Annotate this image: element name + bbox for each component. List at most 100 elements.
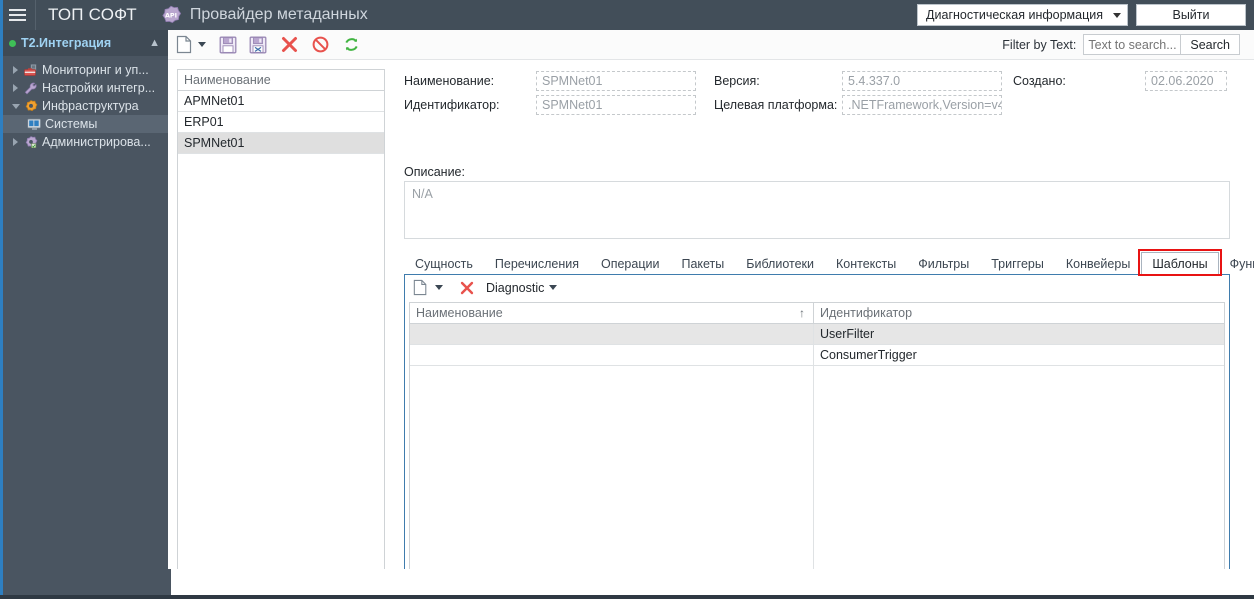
cell-name [410,345,813,365]
grid-toolbar: Diagnostic [405,275,1229,300]
save-as-icon [249,36,267,53]
tab-packages[interactable]: Пакеты [670,252,735,275]
table-row[interactable]: UserFilter [410,324,1224,345]
grid-empty-area [410,366,1224,575]
field-created: Создано: 02.06.2020 [1013,71,1227,91]
tab-strip: Сущность Перечисления Операции Пакеты Би… [404,252,1254,275]
templates-tab-panel: Diagnostic Наименование ↑ Идентификатор [404,274,1230,581]
field-version: Версия: 5.4.337.0 [714,71,1002,91]
sidebar-item-administration[interactable]: Администрирова... [3,133,168,151]
cell-name [410,324,813,344]
grid-header-row: Наименование ↑ Идентификатор [410,303,1224,324]
new-document-button[interactable] [168,32,196,58]
save-button[interactable] [216,32,240,58]
chevron-up-icon[interactable]: ▲ [149,37,160,49]
tab-libraries[interactable]: Библиотеки [735,252,825,275]
templates-grid: Наименование ↑ Идентификатор UserFilter [409,302,1225,576]
detail-pane: Наименование: SPMNet01 Идентификатор: SP… [400,69,1254,585]
expand-arrow-icon[interactable] [9,84,22,92]
sidebar-header-label: Т2.Интеграция [21,36,112,50]
grid-column-name[interactable]: Наименование ↑ [410,303,813,323]
grid-column-name-label: Наименование [416,306,503,320]
search-button[interactable]: Search [1181,34,1240,55]
main-toolbar: Filter by Text: Search [168,30,1254,59]
field-target-platform: Целевая платформа: .NETFramework,Version… [714,95,1002,115]
tab-operations[interactable]: Операции [590,252,670,275]
hamburger-menu-icon[interactable] [0,0,36,30]
delete-icon [282,37,297,52]
gear-orange-icon [22,99,40,113]
sidebar-item-label: Мониторинг и уп... [42,63,149,77]
field-target-platform-value[interactable]: .NETFramework,Version=v4.7 [842,95,1002,115]
bottom-bar-surface [0,569,1254,595]
sidebar-item-monitoring[interactable]: Мониторинг и уп... [3,61,168,79]
new-document-dropdown-icon[interactable] [198,42,206,47]
table-row[interactable]: ConsumerTrigger [410,345,1224,366]
module-title: Провайдер метаданных [189,6,368,23]
logout-button[interactable]: Выйти [1136,4,1246,26]
list-column-header: Наименование [178,70,384,91]
accent-stripe [0,0,3,30]
bottom-bar-sidebar-extension [0,569,171,595]
refresh-button[interactable] [340,32,363,58]
field-identifier-value[interactable]: SPMNet01 [536,95,696,115]
sidebar-item-infrastructure[interactable]: Инфраструктура [3,97,168,115]
title-bar: ТОП СОФТ API Провайдер метаданных Диагно… [0,0,1254,30]
expand-arrow-icon[interactable] [9,138,22,146]
field-name-value[interactable]: SPMNet01 [536,71,696,91]
diagnostics-dropdown[interactable]: Диагностическая информация [917,4,1128,26]
grid-new-button[interactable] [410,277,431,299]
sidebar-item-systems[interactable]: Системы [3,115,168,133]
bottom-bar [0,569,1254,599]
tab-filters[interactable]: Фильтры [907,252,980,275]
field-version-label: Версия: [714,74,760,88]
tab-functions[interactable]: Функции [1219,252,1254,275]
list-item[interactable]: SPMNet01 [178,133,384,154]
field-identifier-label: Идентификатор: [404,98,500,112]
diagnostic-dropdown-label: Diagnostic [486,280,545,295]
empty-cell-identifier [814,366,1224,575]
collapse-arrow-icon[interactable] [9,103,22,109]
tab-enumerations[interactable]: Перечисления [484,252,590,275]
grid-delete-button[interactable] [457,277,477,299]
cancel-button[interactable] [309,32,332,58]
grid-column-identifier-label: Идентификатор [820,306,913,320]
sidebar: Т2.Интеграция ▲ Мониторинг и уп... Настр… [0,30,168,569]
field-name: Наименование: SPMNet01 [404,71,696,91]
sidebar-header[interactable]: Т2.Интеграция ▲ [3,30,168,56]
delete-icon [460,281,474,294]
search-input[interactable] [1083,34,1182,55]
tab-triggers[interactable]: Триггеры [980,252,1055,275]
tab-pipelines[interactable]: Конвейеры [1055,252,1141,275]
sidebar-item-label: Настройки интегр... [42,81,156,95]
tab-templates[interactable]: Шаблоны [1141,252,1219,275]
field-version-value[interactable]: 5.4.337.0 [842,71,1002,91]
sidebar-item-integration-settings[interactable]: Настройки интегр... [3,79,168,97]
list-item[interactable]: APMNet01 [178,91,384,112]
list-item[interactable]: ERP01 [178,112,384,133]
save-icon [219,36,237,53]
sidebar-item-label: Инфраструктура [42,99,139,113]
monitoring-icon [22,63,40,77]
save-as-button[interactable] [246,32,270,58]
expand-arrow-icon[interactable] [9,66,22,74]
toolbar-divider [168,59,1254,60]
diagnostic-dropdown[interactable]: Diagnostic [479,281,564,295]
tab-entity[interactable]: Сущность [404,252,484,275]
brand-title: ТОП СОФТ [48,5,137,24]
delete-button[interactable] [278,32,301,58]
filter-area: Filter by Text: Search [1002,34,1254,55]
description-textarea[interactable]: N/A [404,181,1230,239]
grid-column-identifier[interactable]: Идентификатор [814,303,1224,323]
refresh-icon [345,38,358,51]
empty-cell-name [410,366,813,575]
api-gear-icon: API [161,5,181,25]
filter-label: Filter by Text: [1002,37,1077,52]
field-created-value[interactable]: 02.06.2020 [1145,71,1227,91]
systems-list-panel: Наименование APMNet01 ERP01 SPMNet01 [177,69,385,585]
svg-text:API: API [165,11,177,19]
field-identifier: Идентификатор: SPMNet01 [404,95,696,115]
tab-contexts[interactable]: Контексты [825,252,907,275]
content-area: Filter by Text: Search Наименование APMN… [168,30,1254,585]
grid-new-dropdown-icon[interactable] [435,285,443,290]
